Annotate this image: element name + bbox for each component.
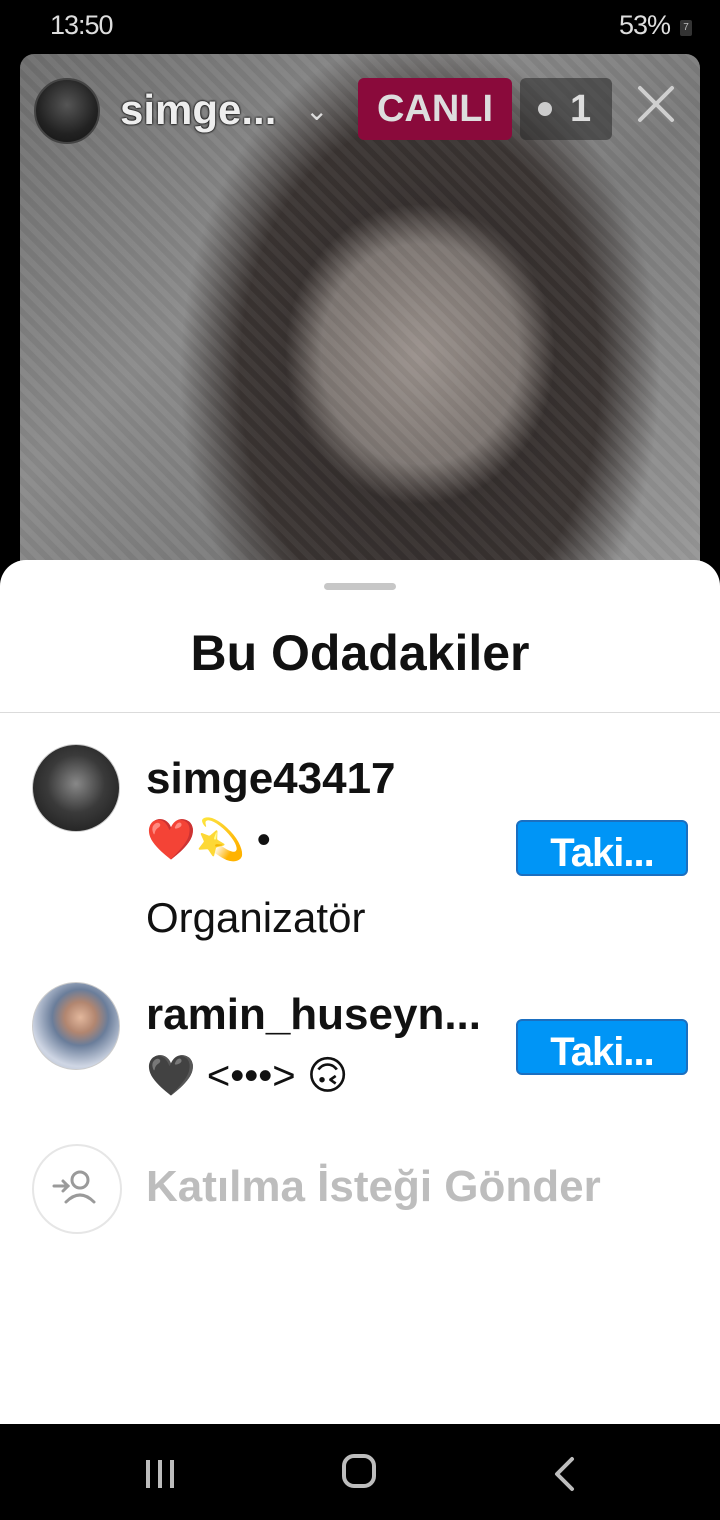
battery-percentage: 53%	[618, 10, 671, 40]
sheet-title: Bu Odadakiler	[190, 625, 530, 681]
nav-recent-icon[interactable]	[142, 1458, 178, 1490]
follow-button[interactable]: Taki...	[516, 1019, 688, 1075]
battery-icon: 7	[680, 20, 692, 36]
viewer-count-badge[interactable]: 1	[520, 78, 612, 140]
participant-username[interactable]: simge43417	[146, 754, 396, 804]
live-video[interactable]: simge... ⌄ CANLI 1	[20, 54, 700, 594]
viewer-count: 1	[570, 88, 592, 130]
avatar[interactable]	[32, 744, 120, 832]
participant-role: Organizatör	[146, 894, 366, 941]
participant-bio: ❤️💫 •	[146, 818, 271, 862]
close-icon[interactable]	[636, 84, 676, 124]
navigation-bar	[0, 1424, 720, 1520]
add-person-icon	[52, 1170, 96, 1204]
eye-icon	[538, 102, 552, 116]
participant-username[interactable]: ramin_huseyn...	[146, 990, 481, 1040]
follow-button[interactable]: Taki...	[516, 820, 688, 876]
host-name[interactable]: simge...	[120, 86, 276, 134]
live-badge: CANLI	[358, 78, 512, 140]
avatar[interactable]	[32, 982, 120, 1070]
join-request-button[interactable]	[32, 1144, 122, 1234]
nav-home-icon[interactable]	[342, 1454, 376, 1488]
participants-sheet: Bu Odadakiler simge43417 ❤️💫 • Organizat…	[0, 560, 720, 1424]
nav-back-icon[interactable]	[552, 1456, 576, 1492]
host-avatar[interactable]	[34, 78, 100, 144]
chevron-down-icon[interactable]: ⌄	[305, 94, 328, 127]
divider	[0, 712, 720, 713]
participant-bio: 🖤 <•••> 🙃	[146, 1054, 349, 1098]
status-time: 13:50	[50, 10, 114, 40]
sheet-handle[interactable]	[324, 583, 396, 590]
status-bar: 13:50 53% 7	[0, 0, 720, 54]
join-request-label[interactable]: Katılma İsteği Gönder	[146, 1162, 601, 1212]
